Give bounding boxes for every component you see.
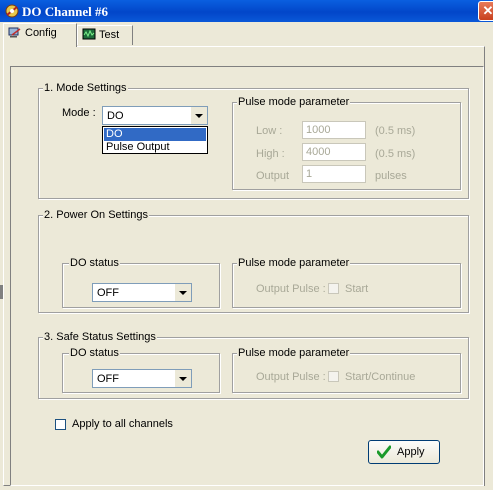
safe-do-status-value: OFF [97, 373, 119, 385]
output-unit: pulses [375, 170, 407, 182]
chevron-down-icon[interactable] [174, 370, 191, 387]
safe-do-status-select[interactable]: OFF [92, 369, 192, 388]
dropdown-option-pulse-output[interactable]: Pulse Output [104, 141, 206, 154]
apply-button[interactable]: Apply [368, 440, 440, 464]
high-value: 4000 [306, 146, 331, 158]
close-button[interactable]: ✕ [478, 1, 493, 21]
chevron-down-icon[interactable] [174, 284, 191, 301]
mode-label: Mode : [62, 107, 96, 119]
power-on-start-checkbox[interactable] [328, 283, 339, 294]
power-on-output-pulse-label: Output Pulse : [256, 283, 326, 295]
safe-start-label: Start/Continue [345, 371, 416, 383]
apply-all-label: Apply to all channels [72, 418, 173, 430]
edge-marker [0, 285, 3, 299]
output-label: Output [256, 170, 290, 182]
tab-test-label: Test [99, 29, 120, 41]
dialog-window: DO Channel #6 ✕ Config Test 1. Mode Sett… [0, 0, 493, 490]
tab-strip: Config Test [0, 22, 493, 47]
safe-output-pulse-label: Output Pulse : [256, 371, 326, 383]
mode-select[interactable]: DO [102, 106, 208, 125]
chevron-down-icon[interactable] [190, 107, 207, 124]
power-on-do-status-select[interactable]: OFF [92, 283, 192, 302]
low-unit: (0.5 ms) [375, 125, 416, 137]
high-field[interactable]: 4000 [302, 143, 366, 161]
safe-start-checkbox[interactable] [328, 371, 339, 382]
mode-dropdown-list[interactable]: DO Pulse Output [102, 126, 208, 154]
power-on-title: 2. Power On Settings [43, 209, 149, 221]
tab-config[interactable]: Config [3, 23, 77, 47]
apply-all-checkbox[interactable] [55, 419, 66, 430]
power-on-do-status-value: OFF [97, 287, 119, 299]
power-on-pulse-title: Pulse mode parameter [237, 257, 351, 269]
dropdown-option-do[interactable]: DO [104, 128, 206, 141]
tab-test[interactable]: Test [77, 25, 133, 45]
apply-button-label: Apply [397, 446, 425, 458]
app-icon [5, 4, 19, 18]
config-tab-icon [8, 27, 21, 38]
safe-pulse-title: Pulse mode parameter [237, 347, 351, 359]
output-field[interactable]: 1 [302, 165, 366, 183]
low-label: Low : [256, 125, 283, 137]
test-tab-icon [82, 28, 96, 40]
high-label: High : [256, 148, 285, 160]
output-value: 1 [306, 168, 313, 180]
tab-config-label: Config [25, 27, 57, 39]
close-icon: ✕ [482, 3, 493, 18]
low-value: 1000 [306, 124, 331, 136]
mode-settings-title: 1. Mode Settings [43, 82, 128, 94]
high-unit: (0.5 ms) [375, 148, 416, 160]
safe-do-status-label: DO status [69, 347, 120, 359]
mode-pulse-title: Pulse mode parameter [237, 96, 351, 108]
power-on-do-status-label: DO status [69, 257, 120, 269]
mode-select-value: DO [107, 110, 124, 122]
title-bar[interactable]: DO Channel #6 ✕ [0, 0, 493, 22]
safe-status-title: 3. Safe Status Settings [43, 331, 157, 343]
window-title: DO Channel #6 [22, 4, 108, 19]
power-on-start-label: Start [345, 283, 369, 295]
checkmark-icon [377, 445, 391, 459]
low-field[interactable]: 1000 [302, 121, 366, 139]
